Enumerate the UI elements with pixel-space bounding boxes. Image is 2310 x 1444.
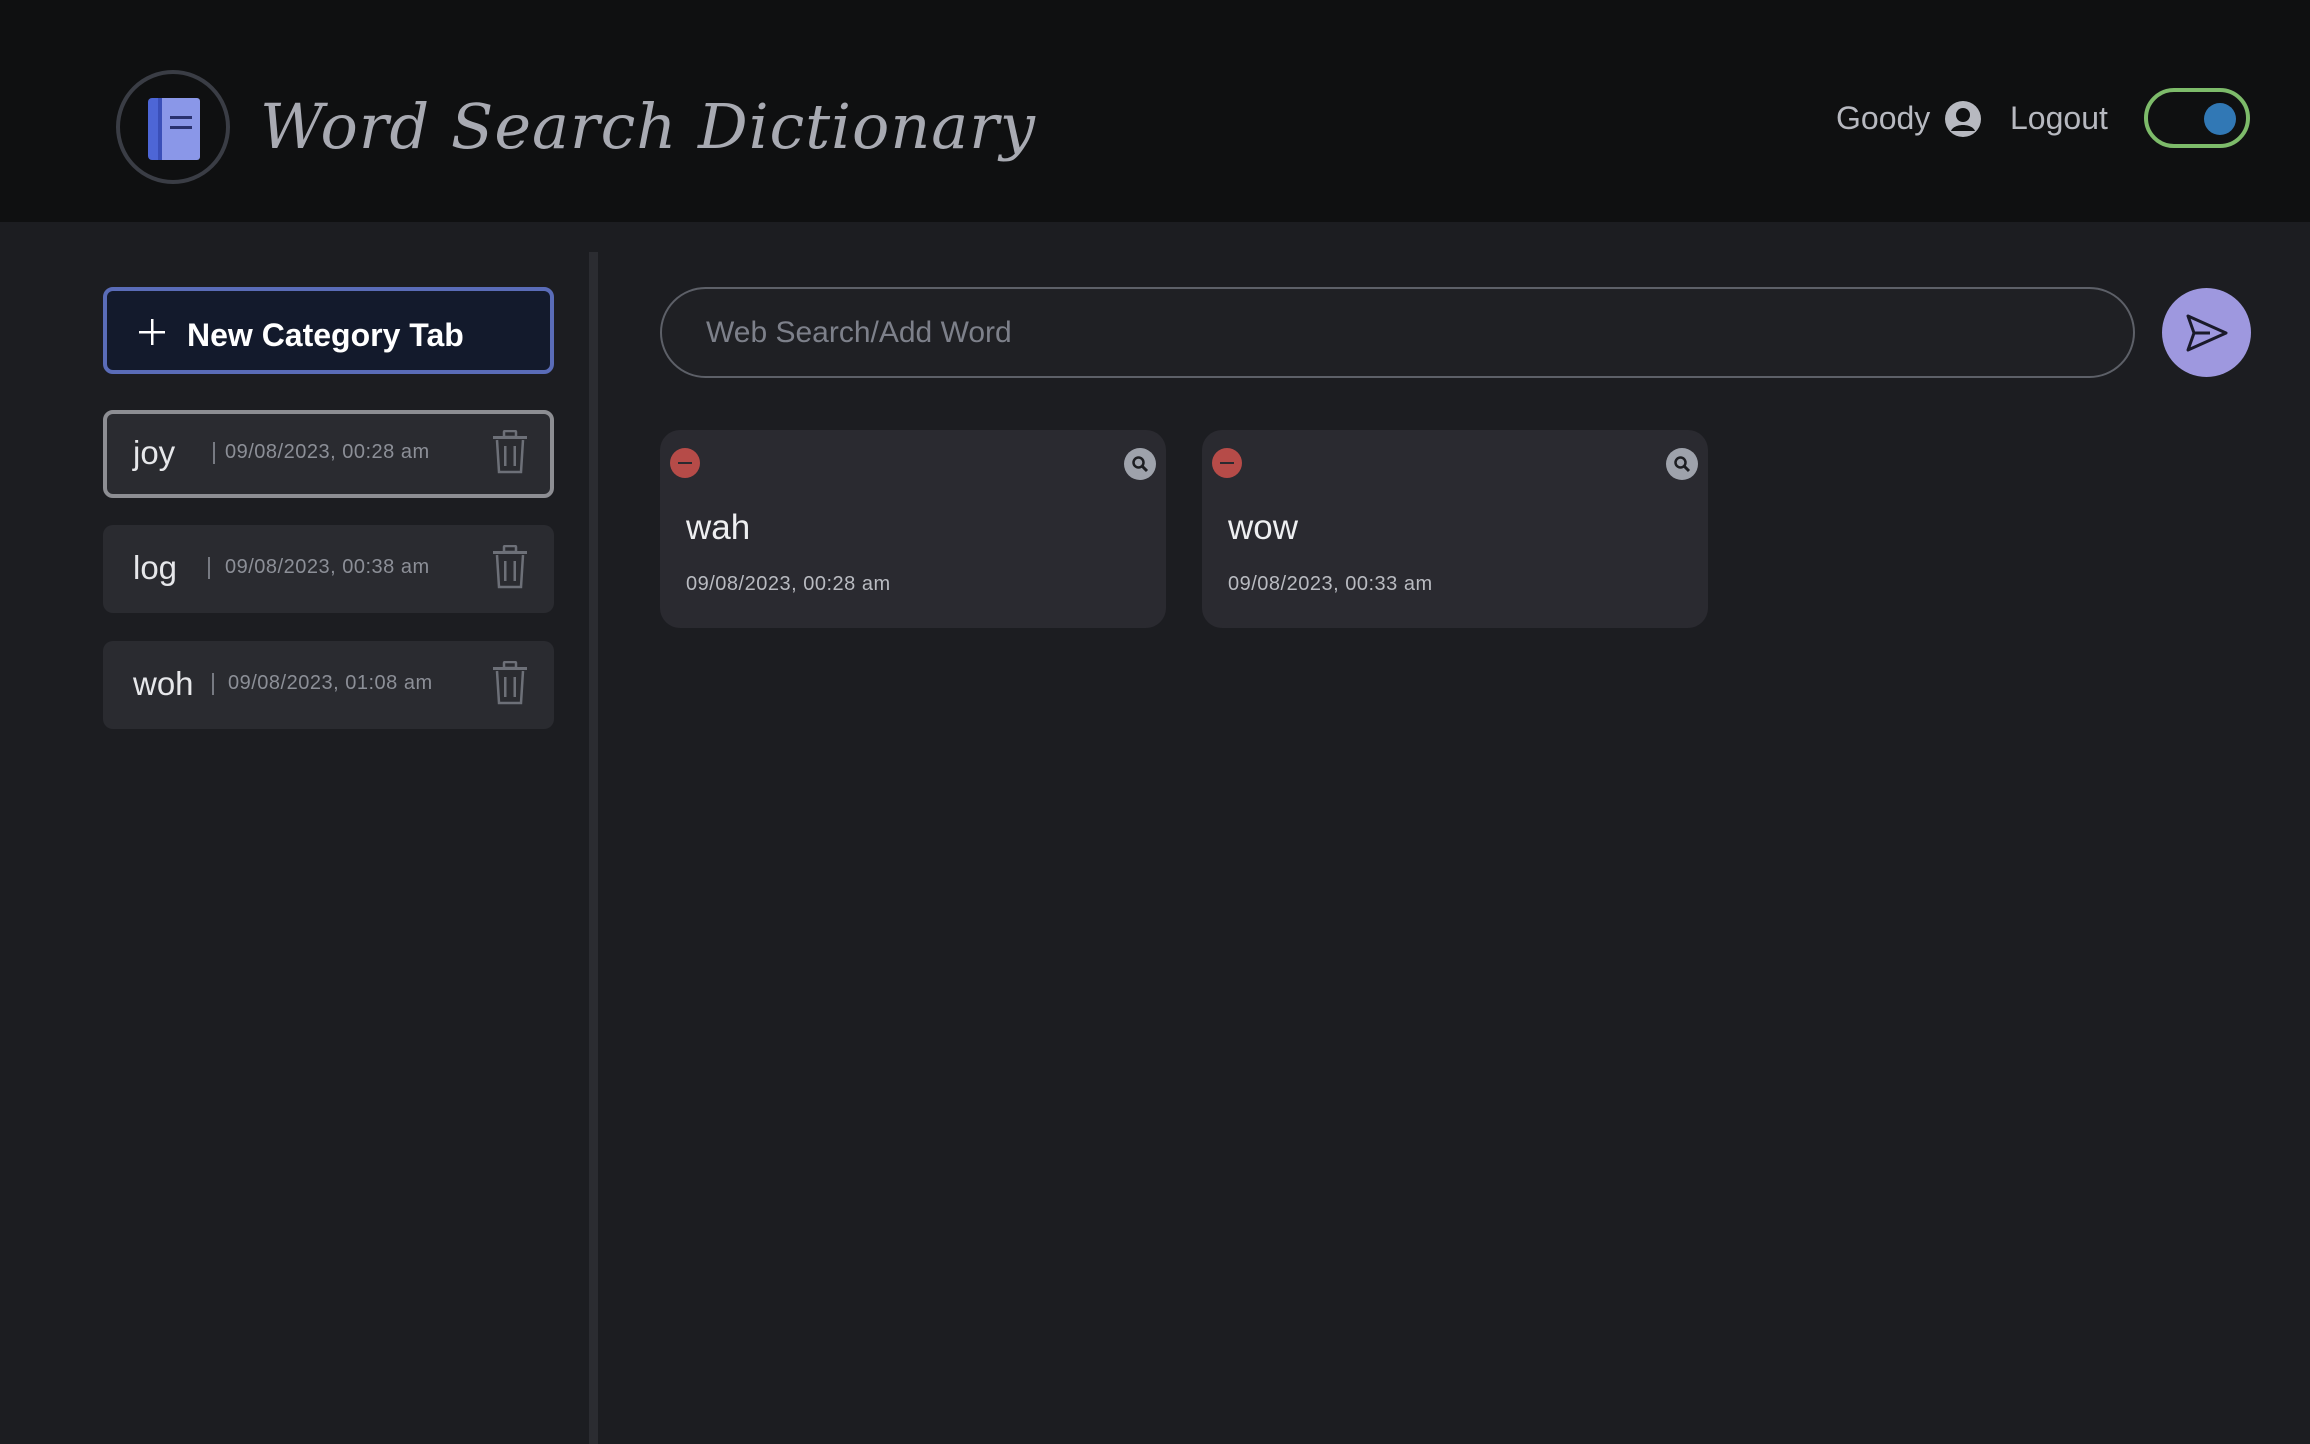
trash-icon[interactable] bbox=[491, 660, 529, 710]
logout-link[interactable]: Logout bbox=[2010, 100, 2108, 137]
word-card[interactable]: wah 09/08/2023, 00:28 am bbox=[660, 430, 1166, 628]
category-item-joy[interactable]: joy 09/08/2023, 00:28 am bbox=[103, 410, 554, 498]
minus-icon[interactable] bbox=[1212, 448, 1242, 478]
trash-icon[interactable] bbox=[491, 544, 529, 594]
trash-icon[interactable] bbox=[491, 429, 529, 479]
app-header: Word Search Dictionary Goody Logout bbox=[0, 0, 2310, 222]
logo[interactable] bbox=[116, 70, 230, 184]
category-item-woh[interactable]: woh 09/08/2023, 01:08 am bbox=[103, 641, 554, 729]
category-name: joy bbox=[133, 434, 176, 471]
separator bbox=[208, 557, 210, 579]
plus-icon bbox=[137, 317, 167, 355]
word-card[interactable]: wow 09/08/2023, 00:33 am bbox=[1202, 430, 1708, 628]
word-text: wah bbox=[686, 508, 751, 547]
new-category-tab-button[interactable]: New Category Tab bbox=[103, 287, 554, 374]
category-date: 09/08/2023, 00:38 am bbox=[225, 556, 430, 578]
category-item-log[interactable]: log 09/08/2023, 00:38 am bbox=[103, 525, 554, 613]
app-title: Word Search Dictionary bbox=[260, 90, 1036, 163]
word-text: wow bbox=[1228, 508, 1299, 547]
search-icon[interactable] bbox=[1124, 448, 1156, 480]
category-date: 09/08/2023, 00:28 am bbox=[225, 441, 430, 463]
minus-icon[interactable] bbox=[670, 448, 700, 478]
separator bbox=[212, 673, 214, 695]
sidebar-divider bbox=[589, 252, 598, 1444]
category-date: 09/08/2023, 01:08 am bbox=[228, 672, 433, 694]
book-icon bbox=[148, 98, 200, 160]
category-name: woh bbox=[133, 665, 194, 702]
separator bbox=[213, 442, 215, 464]
web-search-input[interactable] bbox=[660, 287, 2135, 378]
category-name: log bbox=[133, 549, 178, 586]
send-button[interactable] bbox=[2162, 288, 2251, 377]
user-circle-icon[interactable] bbox=[1944, 100, 1982, 143]
theme-toggle[interactable] bbox=[2144, 88, 2250, 148]
send-icon bbox=[2186, 314, 2228, 352]
new-category-tab-label: New Category Tab bbox=[187, 317, 464, 353]
username[interactable]: Goody bbox=[1836, 100, 1930, 137]
word-date: 09/08/2023, 00:33 am bbox=[1228, 573, 1433, 595]
word-date: 09/08/2023, 00:28 am bbox=[686, 573, 891, 595]
toggle-knob bbox=[2204, 103, 2236, 135]
search-icon[interactable] bbox=[1666, 448, 1698, 480]
